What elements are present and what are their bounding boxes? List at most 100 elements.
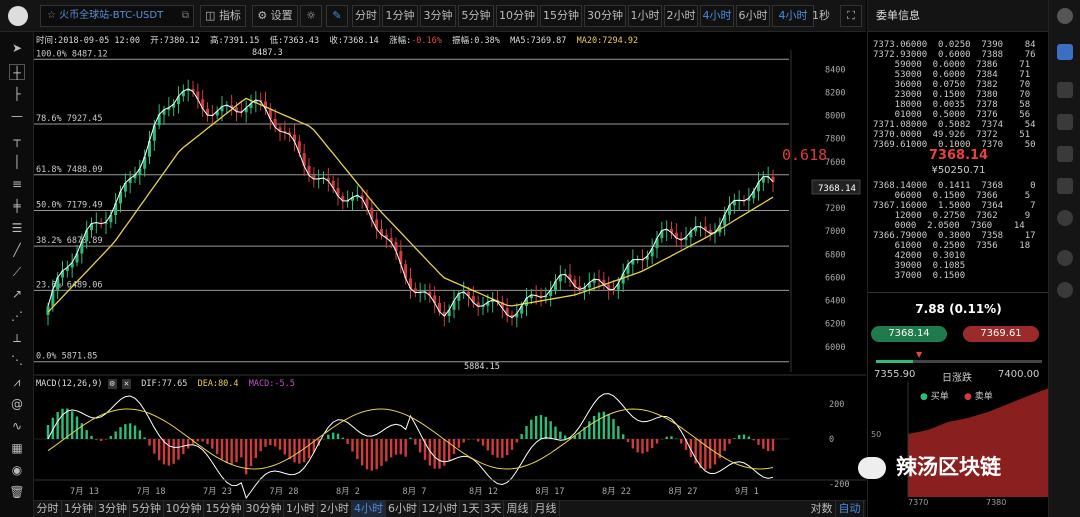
visibility-icon[interactable]: ◉ [9, 462, 25, 478]
bid-row[interactable]: 7368.14000 0.1411 7368 0 [873, 181, 1036, 191]
interval-tab-8[interactable]: 2小时 [664, 5, 698, 27]
ask-row[interactable]: 7371.08000 0.5082 7374 54 [873, 120, 1036, 130]
fib-fan-icon[interactable]: ⩘ [9, 374, 25, 390]
horizontal-ray-icon[interactable]: ┬ [9, 132, 25, 148]
macd-settings-icon[interactable]: ⚙ [107, 379, 117, 389]
ask-row[interactable]: 18000 0.0035 7378 58 [873, 100, 1036, 110]
interval-tab-4[interactable]: 10分钟 [496, 5, 538, 27]
interval-tab-2[interactable]: 3分钟 [420, 5, 456, 27]
bottom-interval-15[interactable]: 月线 [532, 500, 560, 517]
bid-row[interactable]: 61000 0.2500 7356 18 [873, 241, 1036, 251]
interval-tab-10[interactable]: 6小时 [736, 5, 770, 27]
bottom-interval-14[interactable]: 周线 [504, 500, 532, 517]
user-avatar-icon[interactable] [1057, 8, 1073, 24]
macd-close-icon[interactable]: ✕ [121, 379, 132, 389]
crosshair-icon[interactable]: ┼ [9, 64, 25, 80]
bottom-interval-11[interactable]: 12小时 [420, 500, 460, 517]
brightness-button[interactable]: ☼ [300, 5, 322, 27]
chart-icon[interactable] [1057, 44, 1073, 60]
bid-row[interactable]: 7367.16000 1.5000 7364 7 [873, 201, 1036, 211]
macd-bar [742, 434, 746, 439]
ask-row[interactable]: 7373.06000 0.0250 7390 84 [873, 40, 1036, 50]
external-link-icon[interactable]: ⧉ [182, 6, 189, 26]
fullscreen-button[interactable]: ⛶ [840, 5, 862, 27]
interval-tab-1[interactable]: 1分钟 [382, 5, 418, 27]
info-icon[interactable] [1057, 250, 1073, 266]
price-chart[interactable]: 100.0% 8487.12 78.6% 7927.45 61.8% 7488.09… [34, 32, 866, 500]
star-icon[interactable]: ☆ [47, 10, 59, 21]
macd-bar [327, 434, 330, 439]
macd-bar [766, 439, 770, 452]
web-icon[interactable] [1057, 282, 1073, 298]
interval-tab-5[interactable]: 15分钟 [540, 5, 582, 27]
arrow-line-icon[interactable]: ↗ [9, 286, 25, 302]
macd-info: MACD(12,26,9) ⚙ ✕ DIF:77.65 DEA:80.4 MAC… [36, 379, 295, 389]
date-tick: 8月 7 [403, 487, 427, 497]
interval-tab-0[interactable]: 分时 [352, 5, 380, 27]
bottom-interval-5[interactable]: 15分钟 [204, 500, 244, 517]
bid-row[interactable]: 7366.79000 0.3000 7358 17 [873, 231, 1036, 241]
fib-retracement-icon[interactable]: ☰ [9, 220, 25, 236]
trend-angle-icon[interactable]: ⟋ [9, 264, 25, 280]
bottom-right-1[interactable]: 自动 [836, 500, 864, 517]
pitchfork-icon[interactable]: ⋰ [9, 308, 25, 324]
calendar-icon[interactable] [1057, 178, 1073, 194]
bottom-interval-13[interactable]: 3天 [482, 500, 504, 517]
regression-icon[interactable]: ⋱ [9, 352, 25, 368]
globe-icon[interactable] [1057, 210, 1073, 226]
interval-tab-3[interactable]: 5分钟 [458, 5, 494, 27]
symbol-selector[interactable]: ☆ 火币全球站-BTC-USDT ⧉ [40, 5, 194, 27]
bottom-interval-12[interactable]: 1天 [460, 500, 482, 517]
interval-tab-11[interactable]: 4小时 [772, 5, 814, 27]
bottom-interval-8[interactable]: 2小时 [318, 500, 352, 517]
ask-row[interactable]: 53000 0.6000 7384 71 [873, 70, 1036, 80]
fib-spiral-icon[interactable]: @ [9, 396, 25, 412]
bid-row[interactable]: 0000 2.0500 7360 14 [873, 221, 1036, 231]
bid-row[interactable]: 39000 0.1085 [873, 261, 1036, 271]
bottom-interval-4[interactable]: 10分钟 [164, 500, 204, 517]
macd-bar [66, 408, 69, 439]
interval-tab-7[interactable]: 1小时 [628, 5, 662, 27]
bottom-interval-2[interactable]: 3分钟 [96, 500, 130, 517]
horizontal-line-icon[interactable]: — [9, 108, 25, 124]
settings-button[interactable]: ⚙ 设置 [252, 5, 298, 27]
draw-button[interactable]: ✎ [326, 5, 348, 27]
ask-row[interactable]: 59000 0.6000 7386 71 [873, 60, 1036, 70]
trend-line-icon[interactable]: ╱ [9, 242, 25, 258]
price-line-icon[interactable]: ≡ [9, 176, 25, 192]
interval-tab-9[interactable]: 4小时 [700, 5, 734, 27]
bottom-interval-3[interactable]: 5分钟 [130, 500, 164, 517]
bottom-right-0[interactable]: 对数 [808, 500, 836, 517]
order-book-icon[interactable] [1057, 82, 1073, 98]
ray-icon[interactable]: ├ [9, 86, 25, 102]
bottom-interval-0[interactable]: 分时 [34, 500, 62, 517]
bottom-interval-7[interactable]: 1小时 [284, 500, 318, 517]
refresh-rate[interactable]: 1秒 [812, 5, 830, 27]
ask-row[interactable]: 7370.0000 49.926 7372 51 [873, 130, 1036, 140]
trash-icon[interactable]: 🗑 [9, 484, 25, 500]
bottom-interval-10[interactable]: 6小时 [386, 500, 420, 517]
bottom-interval-6[interactable]: 30分钟 [244, 500, 284, 517]
cursor-icon[interactable]: ➤ [9, 40, 25, 56]
interval-tab-6[interactable]: 30分钟 [584, 5, 626, 27]
trades-icon[interactable] [1057, 114, 1073, 130]
gann-fan-icon[interactable]: ⟂ [9, 330, 25, 346]
bid-row[interactable]: 42000 0.3010 [873, 251, 1036, 261]
vertical-line-icon[interactable]: │ [9, 154, 25, 170]
buy-price-button[interactable]: 7368.14 [871, 326, 947, 342]
measure-icon[interactable]: ▦ [9, 440, 25, 456]
bid-row[interactable]: 37000 0.1500 [873, 271, 1036, 281]
elliott-wave-icon[interactable]: ∿ [9, 418, 25, 434]
ask-row[interactable]: 7372.93000 0.6000 7388 76 [873, 50, 1036, 60]
ask-row[interactable]: 36000 0.0750 7382 70 [873, 80, 1036, 90]
sell-price-button[interactable]: 7369.61 [963, 326, 1039, 342]
bottom-interval-1[interactable]: 1分钟 [62, 500, 96, 517]
parallel-channel-icon[interactable]: ╪ [9, 198, 25, 214]
bid-row[interactable]: 06000 0.1500 7366 5 [873, 191, 1036, 201]
bid-row[interactable]: 12000 0.2750 7362 9 [873, 211, 1036, 221]
bottom-interval-9[interactable]: 4小时 [352, 500, 386, 517]
ask-row[interactable]: 23000 0.1500 7380 70 [873, 90, 1036, 100]
news-icon[interactable] [1057, 146, 1073, 162]
indicator-button[interactable]: ◫ 指标 [200, 5, 246, 27]
ask-row[interactable]: 01000 0.5000 7376 56 [873, 110, 1036, 120]
